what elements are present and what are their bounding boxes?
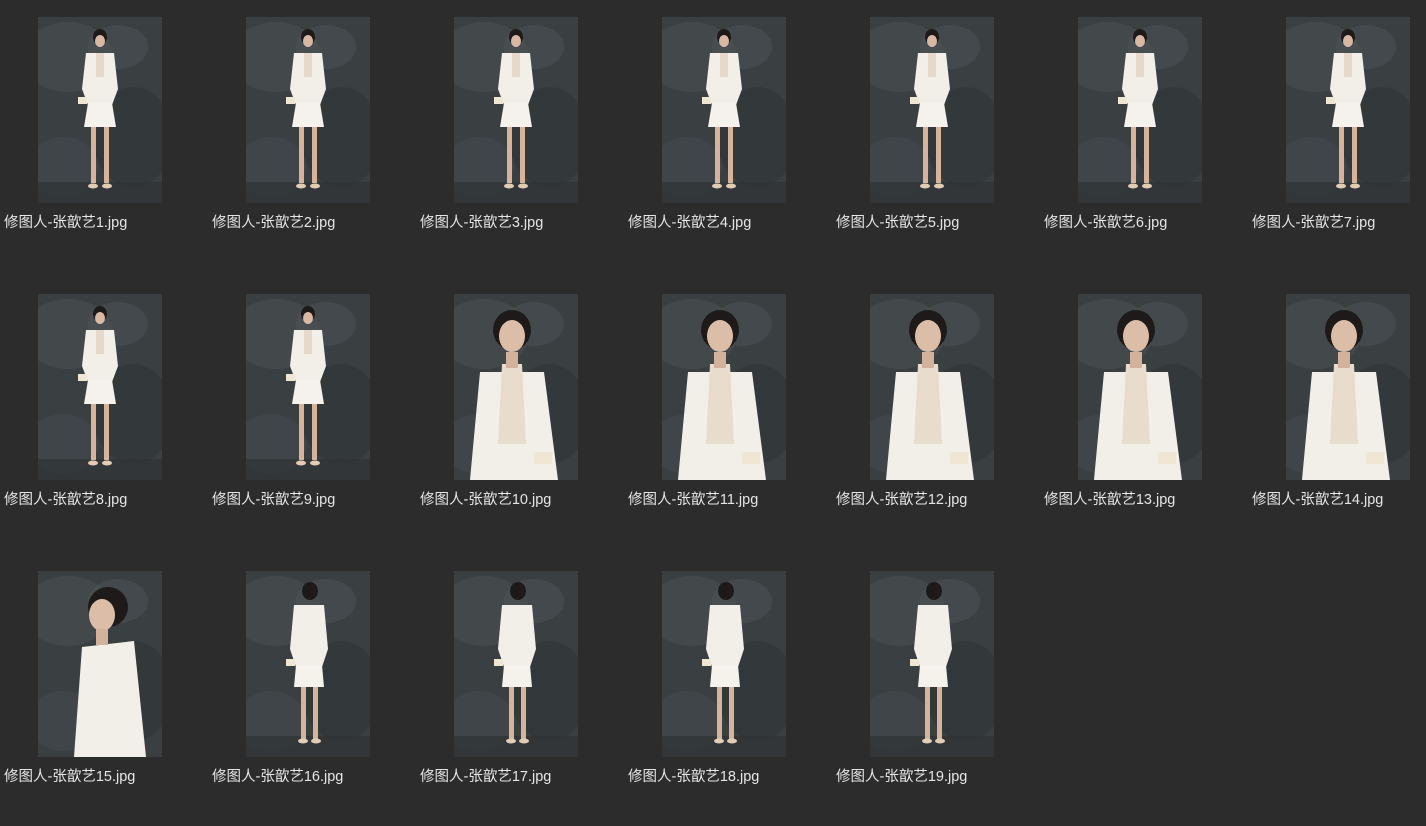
file-item[interactable]: 修图人-张歆艺4.jpg xyxy=(628,0,828,260)
file-name-label[interactable]: 修图人-张歆艺13.jpg xyxy=(1044,488,1244,512)
file-item[interactable]: 修图人-张歆艺16.jpg xyxy=(212,554,412,814)
file-item[interactable]: 修图人-张歆艺19.jpg xyxy=(836,554,1036,814)
file-grid: 修图人-张歆艺1.jpg 修图人-张歆艺2.jpg 修图人-张歆艺3.jpg 修图人-… xyxy=(0,0,1426,826)
file-item[interactable]: 修图人-张歆艺7.jpg xyxy=(1252,0,1426,260)
file-item[interactable]: 修图人-张歆艺17.jpg xyxy=(420,554,620,814)
file-name-label[interactable]: 修图人-张歆艺17.jpg xyxy=(420,765,620,789)
photo-thumbnail[interactable] xyxy=(1078,294,1202,480)
file-item[interactable]: 修图人-张歆艺1.jpg xyxy=(4,0,204,260)
photo-thumbnail[interactable] xyxy=(662,294,786,480)
file-name-label[interactable]: 修图人-张歆艺16.jpg xyxy=(212,765,412,789)
file-item[interactable]: 修图人-张歆艺3.jpg xyxy=(420,0,620,260)
photo-thumbnail[interactable] xyxy=(1286,17,1410,203)
photo-thumbnail[interactable] xyxy=(454,17,578,203)
photo-thumbnail[interactable] xyxy=(870,294,994,480)
file-name-label[interactable]: 修图人-张歆艺10.jpg xyxy=(420,488,620,512)
photo-thumbnail[interactable] xyxy=(454,571,578,757)
file-name-label[interactable]: 修图人-张歆艺11.jpg xyxy=(628,488,828,512)
file-item[interactable]: 修图人-张歆艺5.jpg xyxy=(836,0,1036,260)
file-item[interactable]: 修图人-张歆艺18.jpg xyxy=(628,554,828,814)
file-item[interactable]: 修图人-张歆艺8.jpg xyxy=(4,277,204,537)
file-name-label[interactable]: 修图人-张歆艺18.jpg xyxy=(628,765,828,789)
file-item[interactable]: 修图人-张歆艺10.jpg xyxy=(420,277,620,537)
photo-thumbnail[interactable] xyxy=(246,17,370,203)
file-item[interactable]: 修图人-张歆艺12.jpg xyxy=(836,277,1036,537)
file-item[interactable]: 修图人-张歆艺11.jpg xyxy=(628,277,828,537)
file-item[interactable]: 修图人-张歆艺14.jpg xyxy=(1252,277,1426,537)
file-name-label[interactable]: 修图人-张歆艺7.jpg xyxy=(1252,211,1426,235)
file-name-label[interactable]: 修图人-张歆艺8.jpg xyxy=(4,488,204,512)
file-name-label[interactable]: 修图人-张歆艺3.jpg xyxy=(420,211,620,235)
file-name-label[interactable]: 修图人-张歆艺6.jpg xyxy=(1044,211,1244,235)
photo-thumbnail[interactable] xyxy=(1078,17,1202,203)
file-name-label[interactable]: 修图人-张歆艺9.jpg xyxy=(212,488,412,512)
file-name-label[interactable]: 修图人-张歆艺1.jpg xyxy=(4,211,204,235)
file-name-label[interactable]: 修图人-张歆艺14.jpg xyxy=(1252,488,1426,512)
photo-thumbnail[interactable] xyxy=(38,571,162,757)
file-name-label[interactable]: 修图人-张歆艺15.jpg xyxy=(4,765,204,789)
photo-thumbnail[interactable] xyxy=(38,17,162,203)
file-name-label[interactable]: 修图人-张歆艺2.jpg xyxy=(212,211,412,235)
file-name-label[interactable]: 修图人-张歆艺5.jpg xyxy=(836,211,1036,235)
photo-thumbnail[interactable] xyxy=(662,571,786,757)
photo-thumbnail[interactable] xyxy=(246,571,370,757)
file-item[interactable]: 修图人-张歆艺9.jpg xyxy=(212,277,412,537)
photo-thumbnail[interactable] xyxy=(1286,294,1410,480)
photo-thumbnail[interactable] xyxy=(454,294,578,480)
file-item[interactable]: 修图人-张歆艺2.jpg xyxy=(212,0,412,260)
photo-thumbnail[interactable] xyxy=(870,17,994,203)
file-name-label[interactable]: 修图人-张歆艺19.jpg xyxy=(836,765,1036,789)
file-name-label[interactable]: 修图人-张歆艺12.jpg xyxy=(836,488,1036,512)
photo-thumbnail[interactable] xyxy=(38,294,162,480)
photo-thumbnail[interactable] xyxy=(662,17,786,203)
photo-thumbnail[interactable] xyxy=(246,294,370,480)
file-item[interactable]: 修图人-张歆艺15.jpg xyxy=(4,554,204,814)
photo-thumbnail[interactable] xyxy=(870,571,994,757)
file-name-label[interactable]: 修图人-张歆艺4.jpg xyxy=(628,211,828,235)
file-item[interactable]: 修图人-张歆艺13.jpg xyxy=(1044,277,1244,537)
file-item[interactable]: 修图人-张歆艺6.jpg xyxy=(1044,0,1244,260)
